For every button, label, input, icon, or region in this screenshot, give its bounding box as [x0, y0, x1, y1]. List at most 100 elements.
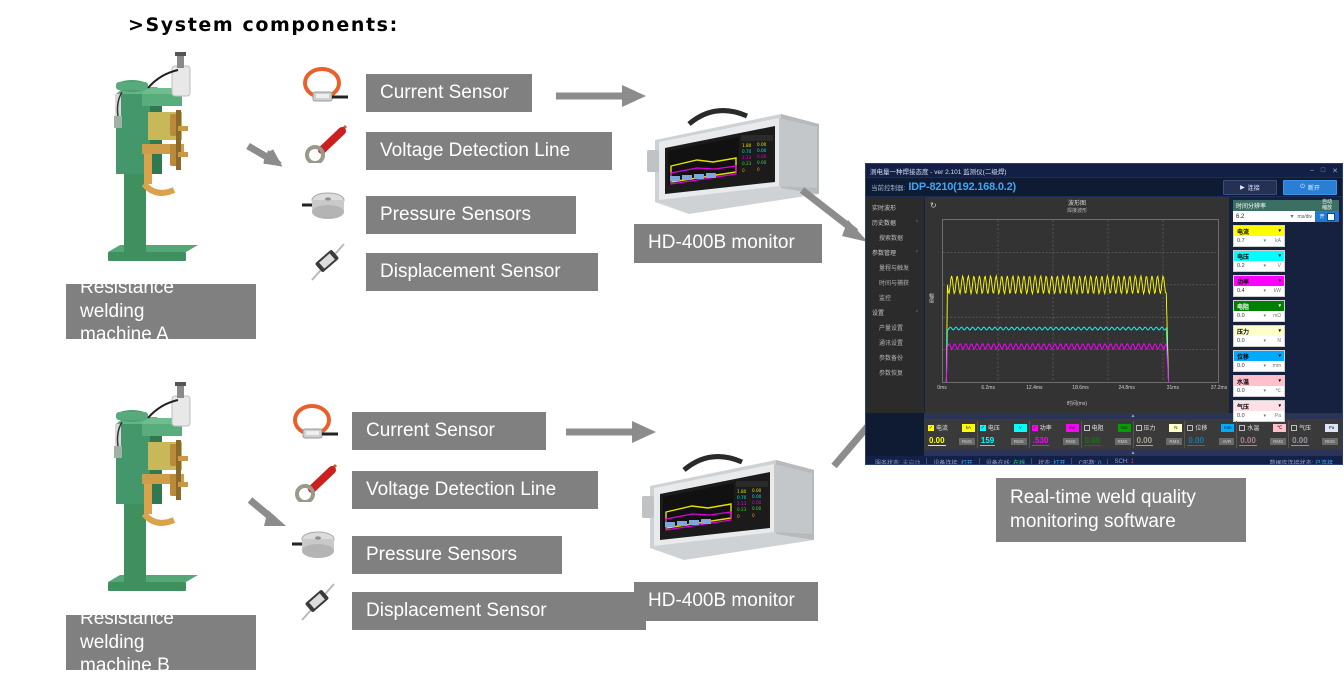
svg-text:2.13: 2.13: [742, 155, 752, 160]
readout-mode[interactable]: RMS: [1322, 437, 1338, 445]
chevron-down-icon[interactable]: ▾: [1263, 288, 1266, 294]
maximize-icon[interactable]: □: [1321, 167, 1325, 175]
param-cell-电压[interactable]: 电压 ▾ 0.2 ▾ V: [1233, 250, 1285, 272]
controller-label: 当前控制器:: [871, 185, 906, 192]
param-cell-功率[interactable]: 功率 ▾ 0.4 ▾ kW: [1233, 275, 1285, 297]
sidebar-item-7[interactable]: 设置 ⌃: [866, 305, 924, 320]
sidebar-item-0[interactable]: 实时波形: [866, 200, 924, 215]
status-key: 数据库连接状态:: [1269, 460, 1315, 465]
auto-scale-toggle[interactable]: 开: [1315, 211, 1339, 222]
param-cell-value-row[interactable]: 0.0 ▾ mΩ: [1234, 311, 1284, 321]
sidebar-item-11[interactable]: 参数恢复: [866, 365, 924, 380]
channel-cells: 电流 ▾ 0.7 ▾ kA 电压 ▾ 0.2 ▾ V 功率 ▾ 0.4 ▾ kW 电阻 ▾ 0.0 ▾ mΩ 压力 ▾ 0.…: [1233, 225, 1339, 422]
param-cell-name: 功率: [1237, 279, 1250, 286]
readout-mode[interactable]: AVR: [1219, 437, 1235, 445]
readout-水温[interactable]: 水温 ℃ 0.00 RMS: [1237, 421, 1290, 448]
param-cell-header: 电阻 ▾: [1234, 301, 1284, 311]
sidebar-item-9[interactable]: 通讯设置: [866, 335, 924, 350]
chevron-down-icon[interactable]: ▾: [1278, 378, 1281, 384]
chevron-up-icon[interactable]: ⌃: [915, 220, 919, 226]
param-cell-压力[interactable]: 压力 ▾ 0.0 ▾ N: [1233, 325, 1285, 347]
chevron-up-icon[interactable]: ⌃: [915, 250, 919, 256]
chevron-up-icon[interactable]: ⌃: [915, 310, 919, 316]
sidebar-item-10[interactable]: 参数备份: [866, 350, 924, 365]
chevron-down-icon[interactable]: ▾: [1278, 228, 1281, 234]
readout-checkbox[interactable]: [1083, 424, 1090, 431]
param-cell-value-row[interactable]: 0.2 ▾ V: [1234, 261, 1284, 271]
readout-checkbox[interactable]: [1187, 424, 1194, 431]
param-cell-value-row[interactable]: 0.4 ▾ kW: [1234, 286, 1284, 296]
param-cell-水温[interactable]: 水温 ▾ 0.0 ▾ ℃: [1233, 375, 1285, 397]
chevron-down-icon[interactable]: ▾: [1263, 263, 1266, 269]
param-cell-name: 位移: [1237, 354, 1250, 361]
channel-readouts: ✓ 电流 kA 0.00 RMS ✓ 电压 V 159 RMS ✓ 功率 kW .530 RMS 电阻 mΩ 0.…: [924, 419, 1342, 450]
readout-checkbox[interactable]: ✓: [1031, 424, 1038, 431]
chevron-down-icon[interactable]: ▾: [1263, 363, 1266, 369]
readout-checkbox[interactable]: [1135, 424, 1142, 431]
svg-text:0: 0: [742, 168, 745, 173]
sidebar-item-label: 搜索数据: [879, 236, 904, 242]
sidebar-item-5[interactable]: 时间与捕获: [866, 275, 924, 290]
sidebar-item-3[interactable]: 参数管理 ⌃: [866, 245, 924, 260]
controller-bar: 当前控制器: IDP-8210(192.168.0.2) ▶ 连接 ⏻ 断开: [866, 178, 1342, 197]
sidebar-item-1[interactable]: 历史数据 ⌃: [866, 215, 924, 230]
sidebar-item-4[interactable]: 量程与触发: [866, 260, 924, 275]
readout-功率[interactable]: ✓ 功率 kW .530 RMS: [1030, 421, 1082, 448]
chevron-down-icon[interactable]: ▾: [1291, 213, 1294, 220]
sidebar-item-2[interactable]: 搜索数据: [866, 230, 924, 245]
readout-mode[interactable]: RMS: [1270, 437, 1287, 445]
chevron-down-icon[interactable]: ▾: [1278, 253, 1281, 259]
chevron-down-icon[interactable]: ▾: [1263, 413, 1266, 419]
close-icon[interactable]: ✕: [1332, 167, 1338, 175]
software-caption: Real-time weld quality monitoring softwa…: [996, 478, 1246, 542]
param-cell-value-row[interactable]: 0.7 ▾ kA: [1234, 236, 1284, 246]
readout-电阻[interactable]: 电阻 mΩ 0.00 RMS: [1082, 421, 1134, 448]
chevron-down-icon[interactable]: ▾: [1263, 338, 1266, 344]
auto-scale-checkbox[interactable]: [1326, 212, 1335, 221]
readout-label: 电阻: [1091, 426, 1104, 432]
chevron-down-icon[interactable]: ▾: [1263, 313, 1266, 319]
readout-压力[interactable]: 压力 N 0.00 RMS: [1134, 421, 1186, 448]
chevron-down-icon[interactable]: ▾: [1263, 388, 1266, 394]
param-cell-unit: V: [1277, 263, 1281, 269]
chevron-down-icon[interactable]: ▾: [1278, 403, 1281, 409]
param-cell-value: 0.0: [1237, 338, 1245, 344]
chevron-down-icon[interactable]: ▾: [1278, 278, 1281, 284]
readout-电流[interactable]: ✓ 电流 kA 0.00 RMS: [926, 421, 978, 448]
readout-mode[interactable]: RMS: [1010, 437, 1027, 445]
minimize-icon[interactable]: –: [1310, 167, 1314, 175]
pressure-sensor-icon: [300, 186, 352, 224]
readout-气压[interactable]: 气压 Pa 0.00 RMS: [1289, 421, 1340, 448]
readout-mode[interactable]: RMS: [1166, 437, 1183, 445]
readout-mode[interactable]: RMS: [1062, 437, 1079, 445]
chevron-down-icon[interactable]: ▾: [1278, 328, 1281, 334]
param-cell-位移[interactable]: 位移 ▾ 0.0 ▾ mm: [1233, 350, 1285, 372]
readout-checkbox[interactable]: [1291, 424, 1298, 431]
readout-checkbox[interactable]: ✓: [979, 424, 986, 431]
status-segment-1: 设备连接: 打开: [926, 457, 978, 464]
param-cell-value-row[interactable]: 0.0 ▾ N: [1234, 336, 1284, 346]
readout-checkbox[interactable]: ✓: [928, 424, 934, 431]
param-cell-value-row[interactable]: 0.0 ▾ mm: [1234, 361, 1284, 371]
param-cell-value-row[interactable]: 0.0 ▾ ℃: [1234, 386, 1284, 396]
chevron-down-icon[interactable]: ▾: [1278, 353, 1281, 359]
readout-位移[interactable]: 位移 mm 0.00 AVR: [1185, 421, 1238, 448]
param-cell-电流[interactable]: 电流 ▾ 0.7 ▾ kA: [1233, 225, 1285, 247]
readout-unit: V: [1013, 423, 1027, 432]
readout-电压[interactable]: ✓ 电压 V 159 RMS: [978, 421, 1030, 448]
window-controls[interactable]: – □ ✕: [1310, 167, 1338, 175]
chevron-down-icon[interactable]: ▾: [1263, 238, 1266, 244]
connect-button[interactable]: ▶ 连接: [1223, 179, 1277, 195]
svg-text:0.70: 0.70: [742, 149, 752, 154]
param-cell-value-row[interactable]: 0.0 ▾ Pa: [1234, 411, 1284, 421]
readout-mode[interactable]: RMS: [1114, 437, 1131, 445]
readout-mode[interactable]: RMS: [958, 437, 975, 445]
readout-checkbox[interactable]: [1239, 424, 1246, 431]
sidebar-item-6[interactable]: 监控: [866, 290, 924, 305]
chevron-down-icon[interactable]: ▾: [1278, 303, 1281, 309]
disconnect-button[interactable]: ⏻ 断开: [1283, 179, 1337, 195]
param-cell-电阻[interactable]: 电阻 ▾ 0.0 ▾ mΩ: [1233, 300, 1285, 322]
time-resolution-input[interactable]: 6.2 ▾ ms/div: [1233, 211, 1315, 222]
sidebar-item-8[interactable]: 产量设置: [866, 320, 924, 335]
param-cell-气压[interactable]: 气压 ▾ 0.0 ▾ Pa: [1233, 400, 1285, 422]
